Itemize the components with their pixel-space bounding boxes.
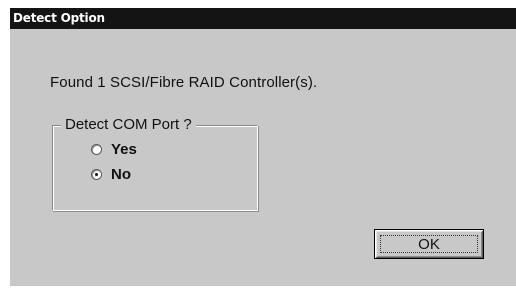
radio-yes-label[interactable]: Yes <box>111 141 137 158</box>
radio-no-label[interactable]: No <box>111 166 131 183</box>
ok-button[interactable]: OK <box>374 229 484 259</box>
radio-dot-icon <box>95 172 98 176</box>
radio-unchecked-icon[interactable] <box>91 143 102 155</box>
radio-no[interactable]: No <box>91 164 131 184</box>
controller-found-message: Found 1 SCSI/Fibre RAID Controller(s). <box>50 74 318 91</box>
ok-button-label: OK <box>418 235 440 253</box>
detect-com-port-group: Detect COM Port ? Yes No <box>52 116 258 211</box>
group-legend: Detect COM Port ? <box>61 116 196 133</box>
detect-option-dialog: Detect Option Found 1 SCSI/Fibre RAID Co… <box>10 8 516 286</box>
dialog-title: Detect Option <box>13 11 105 25</box>
dialog-title-bar[interactable]: Detect Option <box>10 8 516 29</box>
radio-yes[interactable]: Yes <box>91 139 137 159</box>
radio-checked-icon[interactable] <box>91 168 102 180</box>
